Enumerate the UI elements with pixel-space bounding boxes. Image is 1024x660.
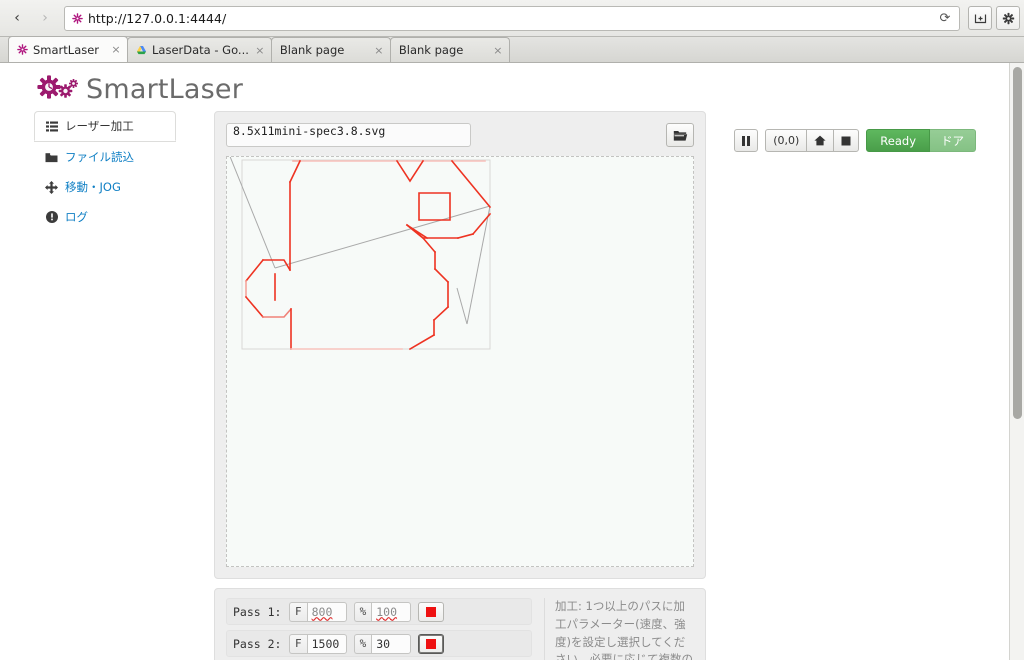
smartlaser-gear-icon <box>17 44 28 55</box>
coordinates-display[interactable]: (0,0) <box>765 129 808 152</box>
sidebar-item-label: 移動・JOG <box>65 180 121 194</box>
app-body: レーザー加工 ファイル読込 移動・JOG ログ 8.5x11mini-spec3… <box>0 111 1024 660</box>
page-scrollbar[interactable] <box>1009 63 1024 660</box>
tab-close-icon[interactable]: × <box>492 44 504 57</box>
passes-list: Pass 1: F 800 % 100 Pass 2: F 1500 % 30 <box>226 598 532 660</box>
gear-icon <box>1002 12 1014 24</box>
sidebar-item-label: ログ <box>65 210 88 224</box>
table-row[interactable]: Pass 2: F 1500 % 30 <box>226 630 532 657</box>
page-title: SmartLaser <box>86 73 244 105</box>
pass-label: Pass 1: <box>233 604 282 619</box>
tab-label: Blank page <box>398 43 464 57</box>
feedrate-input[interactable]: 1500 <box>306 633 347 654</box>
help-text: 加工: 1つ以上のパスに加工パラメーター(速度、強度)を設定し選択してください。… <box>555 599 693 660</box>
sidebar-item-log[interactable]: ログ <box>34 202 176 232</box>
tab-label: Blank page <box>279 43 345 57</box>
url-text[interactable]: http://127.0.0.1:4444/ <box>88 11 930 26</box>
status-badge-ready[interactable]: Ready <box>866 129 930 152</box>
pass-label: Pass 2: <box>233 636 282 651</box>
main-content: 8.5x11mini-spec3.8.svg Pass 1: F 800 % 1… <box>176 111 1024 660</box>
pass-color-button[interactable] <box>418 601 445 622</box>
sidebar-item-jog[interactable]: 移動・JOG <box>34 172 176 202</box>
app-header: SmartLaser <box>0 63 1024 111</box>
machine-toolbar: (0,0) Ready ドア <box>734 129 976 152</box>
address-bar[interactable]: http://127.0.0.1:4444/ ⟳ <box>64 5 960 31</box>
file-row: 8.5x11mini-spec3.8.svg <box>226 123 694 147</box>
stop-square-icon <box>841 136 851 145</box>
scrollbar-thumb[interactable] <box>1013 67 1022 419</box>
sidebar-item-laser-processing[interactable]: レーザー加工 <box>34 111 176 141</box>
reload-button[interactable]: ⟳ <box>935 8 955 28</box>
folder-open-icon <box>673 130 687 141</box>
tab-close-icon[interactable]: × <box>373 44 385 57</box>
power-prefix: % <box>353 633 372 654</box>
power-group: % 100 <box>353 601 412 622</box>
move-arrows-icon <box>45 180 58 194</box>
tab-label: LaserData - Go... <box>152 43 249 57</box>
browser-toolbar: ‹ › http://127.0.0.1:4444/ ⟳ <box>0 0 1024 37</box>
color-swatch <box>426 606 437 617</box>
tab-strip: SmartLaser × LaserData - Go... × Blank p… <box>0 36 1024 63</box>
power-input[interactable]: 30 <box>371 633 412 654</box>
sidebar-item-label: レーザー加工 <box>65 119 134 133</box>
home-icon <box>814 135 826 146</box>
page-viewport: SmartLaser (0,0) Ready ドア レーザー加工 ファイル読込 … <box>0 63 1024 660</box>
feedrate-group: F 1500 <box>289 633 347 654</box>
settings-button[interactable] <box>996 6 1020 30</box>
exclamation-circle-icon <box>45 211 58 224</box>
filename-input[interactable]: 8.5x11mini-spec3.8.svg <box>226 123 471 147</box>
table-row[interactable]: Pass 1: F 800 % 100 <box>226 598 532 625</box>
brand: SmartLaser <box>34 73 243 105</box>
tab-close-icon[interactable]: × <box>254 44 266 57</box>
feedrate-input[interactable]: 800 <box>306 601 347 622</box>
feedrate-group: F 800 <box>289 601 347 622</box>
tab-close-icon[interactable]: × <box>110 43 122 56</box>
pause-icon <box>742 135 751 146</box>
status-badge-door[interactable]: ドア <box>930 129 976 152</box>
power-group: % 30 <box>353 633 412 654</box>
power-prefix: % <box>353 601 372 622</box>
new-window-icon <box>974 14 986 23</box>
browser-tab-laserdata[interactable]: LaserData - Go... × <box>127 37 272 62</box>
back-button[interactable]: ‹ <box>4 5 30 31</box>
tab-label: SmartLaser <box>33 42 100 57</box>
browser-tab-blank-1[interactable]: Blank page × <box>270 37 391 62</box>
gears-logo-icon <box>37 75 78 99</box>
browser-tab-blank-2[interactable]: Blank page × <box>389 37 510 62</box>
list-icon <box>45 120 58 133</box>
stop-button[interactable] <box>833 129 860 152</box>
toolpath-preview <box>229 157 492 351</box>
passes-card: Pass 1: F 800 % 100 Pass 2: F 1500 % 30 … <box>214 588 706 660</box>
color-swatch <box>426 638 437 649</box>
pass-color-button[interactable] <box>418 633 445 654</box>
position-button-group: (0,0) <box>765 129 860 152</box>
google-drive-icon <box>136 45 147 54</box>
folder-icon <box>45 151 58 164</box>
svg-preview-canvas[interactable] <box>226 156 694 567</box>
feedrate-prefix: F <box>289 633 307 654</box>
pause-button[interactable] <box>734 129 759 152</box>
browse-file-button[interactable] <box>666 123 694 147</box>
sidebar-item-file-load[interactable]: ファイル読込 <box>34 142 176 172</box>
forward-button[interactable]: › <box>32 5 58 31</box>
passes-help: 加工: 1つ以上のパスに加工パラメーター(速度、強度)を設定し選択してください。… <box>544 598 694 660</box>
browser-tab-smartlaser[interactable]: SmartLaser × <box>8 36 128 62</box>
new-window-button[interactable] <box>968 6 992 30</box>
feedrate-prefix: F <box>289 601 307 622</box>
power-input[interactable]: 100 <box>371 601 412 622</box>
status-group: Ready ドア <box>866 129 976 152</box>
job-preview-card: 8.5x11mini-spec3.8.svg <box>214 111 706 579</box>
sidebar-item-label: ファイル読込 <box>65 150 134 164</box>
smartlaser-gear-icon <box>72 12 83 24</box>
sidebar: レーザー加工 ファイル読込 移動・JOG ログ <box>34 111 176 660</box>
home-button[interactable] <box>806 129 835 152</box>
